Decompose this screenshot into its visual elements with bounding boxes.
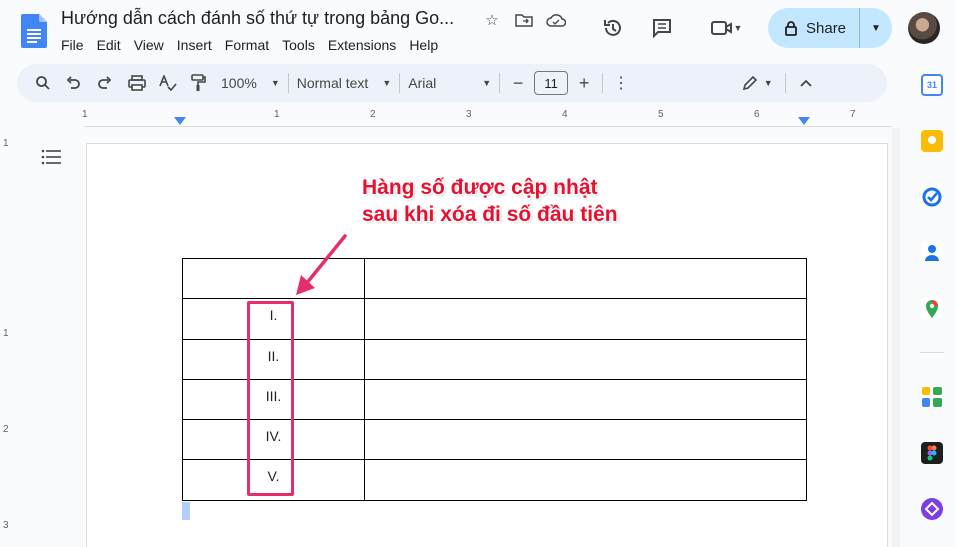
menu-help[interactable]: Help bbox=[409, 35, 444, 55]
print-icon[interactable] bbox=[121, 69, 153, 97]
star-icon[interactable]: ☆ bbox=[480, 10, 504, 30]
chevron-down-icon: ▼ bbox=[382, 78, 392, 88]
table-cell[interactable] bbox=[364, 338, 807, 380]
share-button[interactable]: Share ▼ bbox=[768, 8, 892, 48]
font-size-input[interactable]: 11 bbox=[534, 71, 569, 95]
table-row bbox=[182, 257, 807, 300]
table-cell[interactable] bbox=[182, 257, 365, 300]
hide-menus-chevron-up-icon[interactable] bbox=[794, 69, 818, 97]
menu-insert[interactable]: Insert bbox=[177, 35, 218, 55]
undo-icon[interactable] bbox=[57, 69, 89, 97]
text-cursor-selection bbox=[182, 502, 190, 520]
vertical-scrollbar[interactable] bbox=[892, 128, 900, 547]
purple-addon-icon[interactable] bbox=[921, 498, 943, 520]
font-value: Arial bbox=[408, 75, 437, 91]
divider bbox=[399, 73, 401, 93]
ruler-label: 2 bbox=[370, 109, 376, 120]
menu-file[interactable]: File bbox=[61, 35, 90, 55]
move-to-folder-icon[interactable] bbox=[512, 10, 536, 30]
zoom-value: 100% bbox=[221, 75, 257, 91]
ruler-label: 4 bbox=[562, 109, 568, 120]
keep-icon[interactable] bbox=[921, 130, 943, 152]
comments-icon[interactable] bbox=[649, 16, 675, 40]
search-menus-icon[interactable] bbox=[29, 69, 57, 97]
menu-format[interactable]: Format bbox=[225, 35, 275, 55]
side-panel: 31 bbox=[912, 64, 955, 547]
table-cell[interactable] bbox=[364, 378, 807, 421]
vertical-ruler[interactable]: 1 1 2 3 bbox=[0, 128, 14, 547]
chevron-down-icon: ▼ bbox=[482, 78, 492, 88]
meet-icon[interactable]: ▼ bbox=[704, 16, 748, 40]
paragraph-style-select[interactable]: Normal text ▼ bbox=[297, 75, 392, 91]
share-options-chevron-icon[interactable]: ▼ bbox=[860, 23, 892, 34]
ruler-label: 3 bbox=[466, 109, 472, 120]
divider bbox=[920, 352, 944, 353]
apps-addon-icon[interactable] bbox=[921, 386, 943, 408]
right-indent-marker[interactable] bbox=[798, 117, 810, 125]
ruler-label: 1 bbox=[3, 138, 9, 149]
chevron-down-icon: ▼ bbox=[270, 78, 280, 88]
spelling-check-icon[interactable] bbox=[153, 69, 183, 97]
divider bbox=[499, 73, 501, 93]
ruler-label: 1 bbox=[3, 328, 9, 339]
left-indent-marker[interactable] bbox=[174, 117, 186, 125]
docs-logo-icon[interactable] bbox=[21, 14, 47, 48]
ruler-label: 5 bbox=[658, 109, 664, 120]
chevron-down-icon: ▼ bbox=[733, 23, 743, 33]
toolbar: 100% ▼ Normal text ▼ Arial ▼ − 11 + ⋮ ▼ bbox=[17, 64, 887, 102]
annotation-line-1: Hàng số được cập nhật bbox=[362, 176, 598, 199]
zoom-select[interactable]: 100% ▼ bbox=[221, 75, 280, 91]
menu-bar: File Edit View Insert Format Tools Exten… bbox=[61, 35, 451, 55]
editing-mode-pencil-icon[interactable]: ▼ bbox=[737, 69, 777, 97]
divider bbox=[785, 73, 787, 93]
horizontal-ruler[interactable]: 1 1 2 3 4 5 6 7 bbox=[82, 109, 892, 127]
ruler-label: 2 bbox=[3, 424, 9, 435]
table-cell[interactable] bbox=[364, 459, 807, 501]
figma-addon-icon[interactable] bbox=[921, 442, 943, 464]
paragraph-style-value: Normal text bbox=[296, 75, 369, 91]
menu-tools[interactable]: Tools bbox=[282, 35, 321, 55]
google-docs-window: Hướng dẫn cách đánh số thứ tự trong bảng… bbox=[0, 0, 955, 547]
maps-icon[interactable] bbox=[921, 298, 943, 320]
version-history-icon[interactable] bbox=[600, 16, 626, 40]
contacts-icon[interactable] bbox=[921, 242, 943, 264]
annotation-line-2: sau khi xóa đi số đầu tiên bbox=[362, 203, 618, 226]
divider bbox=[287, 73, 289, 93]
tasks-icon[interactable] bbox=[921, 186, 943, 208]
share-label: Share bbox=[806, 19, 847, 37]
paint-format-icon[interactable] bbox=[183, 69, 213, 97]
annotation-callout: Hàng số được cập nhật sau khi xóa đi số … bbox=[362, 174, 618, 228]
ruler-label: 3 bbox=[3, 520, 9, 531]
ruler-label: 7 bbox=[850, 109, 856, 120]
menu-view[interactable]: View bbox=[134, 35, 170, 55]
font-select[interactable]: Arial ▼ bbox=[408, 75, 491, 91]
ruler-label: 1 bbox=[274, 109, 280, 120]
table-cell[interactable] bbox=[364, 298, 807, 340]
share-main[interactable]: Share bbox=[768, 8, 860, 48]
annotation-highlight-box bbox=[247, 301, 294, 496]
table-cell[interactable] bbox=[364, 419, 807, 461]
redo-icon[interactable] bbox=[89, 69, 121, 97]
avatar[interactable] bbox=[908, 12, 940, 44]
table-cell[interactable] bbox=[364, 257, 807, 300]
cloud-saved-icon[interactable] bbox=[544, 10, 568, 30]
document-title[interactable]: Hướng dẫn cách đánh số thứ tự trong bảng… bbox=[61, 8, 454, 29]
document-outline-icon[interactable] bbox=[41, 149, 61, 165]
lock-icon bbox=[785, 21, 797, 36]
ruler-label: 1 bbox=[82, 109, 88, 120]
calendar-icon[interactable]: 31 bbox=[921, 74, 943, 96]
menu-extensions[interactable]: Extensions bbox=[328, 35, 402, 55]
menu-edit[interactable]: Edit bbox=[97, 35, 127, 55]
ruler-label: 6 bbox=[754, 109, 760, 120]
increase-font-size-icon[interactable]: + bbox=[574, 69, 594, 97]
title-actions: ☆ bbox=[480, 10, 568, 30]
divider bbox=[602, 73, 604, 93]
more-options-icon[interactable]: ⋮ bbox=[611, 69, 631, 97]
chevron-down-icon: ▼ bbox=[763, 78, 773, 88]
decrease-font-size-icon[interactable]: − bbox=[508, 69, 528, 97]
